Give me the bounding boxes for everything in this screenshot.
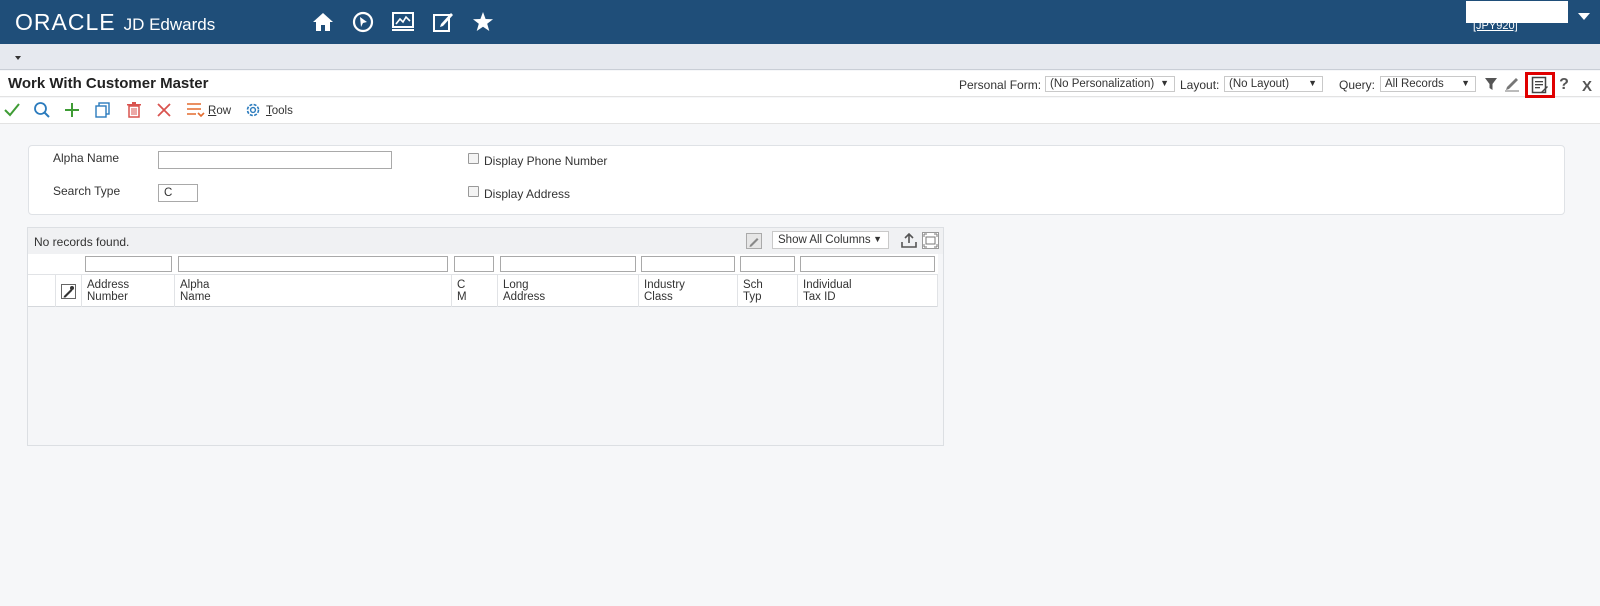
- maximize-grid-icon[interactable]: [921, 231, 939, 249]
- column-divider: [737, 275, 738, 308]
- filter-alpha-name[interactable]: [178, 256, 448, 272]
- query-label: Query:: [1339, 78, 1376, 92]
- logo-oracle-text: ORACLE: [15, 9, 116, 35]
- notes-button-highlight[interactable]: [1525, 72, 1555, 98]
- cancel-button[interactable]: [155, 102, 173, 120]
- column-header-industry-class[interactable]: Industry Class: [644, 279, 685, 303]
- alpha-name-label: Alpha Name: [53, 151, 120, 165]
- search-criteria-panel: Alpha Name Search Type Display Phone Num…: [28, 145, 1565, 215]
- query-value: All Records: [1385, 78, 1444, 90]
- delete-icon: [125, 101, 143, 122]
- add-button[interactable]: [63, 102, 81, 120]
- tools-menu-label: Tools: [266, 105, 293, 117]
- personal-form-select[interactable]: (No Personalization) ▼: [1045, 76, 1175, 92]
- favorites-icon[interactable]: [470, 10, 496, 34]
- column-divider: [797, 275, 798, 308]
- row-menu-label: Row: [208, 105, 232, 117]
- display-address-label: Display Address: [484, 187, 571, 201]
- environment-label: [JPY920]: [1473, 20, 1518, 32]
- carousel-bar: [0, 44, 1600, 70]
- edit-icon[interactable]: [430, 10, 456, 34]
- grid-header-row: Address Number Alpha Name CM Long Address I…: [28, 274, 938, 308]
- column-header-cm[interactable]: CM: [457, 279, 467, 303]
- results-grid: No records found. Show All Columns ▼ Addr…: [27, 227, 944, 446]
- grid-toolbar: No records found. Show All Columns ▼: [28, 228, 943, 254]
- copy-button[interactable]: [94, 101, 112, 122]
- layout-value: (No Layout): [1229, 78, 1290, 90]
- display-phone-label: Display Phone Number: [484, 154, 608, 168]
- display-address-checkbox[interactable]: [468, 186, 479, 197]
- select-button[interactable]: [3, 102, 21, 120]
- column-divider: [497, 275, 498, 308]
- row-menu-button[interactable]: Row: [186, 102, 231, 120]
- filter-industry-class[interactable]: [641, 256, 735, 272]
- form-header: Work With Customer Master Personal Form:…: [0, 71, 1600, 97]
- export-icon[interactable]: [900, 232, 918, 250]
- select-all-icon[interactable]: [61, 284, 76, 299]
- find-button[interactable]: [33, 101, 51, 122]
- home-icon[interactable]: [310, 10, 336, 34]
- form-toolbar: Row Tools: [0, 98, 1600, 124]
- filter-icon[interactable]: [1482, 75, 1500, 93]
- add-icon: [63, 101, 81, 122]
- select-icon: [3, 102, 21, 121]
- monitor-icon[interactable]: [390, 10, 416, 34]
- grid-status-text: No records found.: [34, 235, 130, 249]
- recent-icon[interactable]: [350, 10, 376, 34]
- help-icon[interactable]: ?: [1555, 76, 1573, 94]
- tools-menu-button[interactable]: Tools: [244, 102, 293, 120]
- column-divider: [81, 275, 82, 308]
- page-title: Work With Customer Master: [8, 75, 209, 92]
- search-type-input[interactable]: [158, 184, 198, 202]
- personal-form-label: Personal Form:: [959, 78, 1042, 92]
- top-banner: ORACLE JD Edwards [JPY920]: [0, 0, 1600, 44]
- show-columns-value: Show All Columns: [778, 234, 871, 246]
- column-divider: [55, 275, 56, 308]
- grid-filter-row: [28, 254, 938, 274]
- layout-select[interactable]: (No Layout) ▼: [1224, 76, 1323, 92]
- row-menu-icon: [186, 101, 206, 122]
- notes-icon[interactable]: [1531, 76, 1549, 97]
- column-header-alpha-name[interactable]: Alpha Name: [180, 279, 211, 303]
- copy-icon: [94, 101, 112, 122]
- alpha-name-input[interactable]: [158, 151, 392, 169]
- cancel-icon: [155, 101, 173, 122]
- carousel-toggle-chevron-icon[interactable]: [15, 56, 21, 60]
- query-select[interactable]: All Records ▼: [1380, 76, 1476, 92]
- grid-edit-icon[interactable]: [745, 232, 763, 250]
- close-icon[interactable]: X: [1578, 77, 1596, 95]
- filter-long-address[interactable]: [500, 256, 636, 272]
- column-header-individual-tax-id[interactable]: Individual Tax ID: [803, 279, 852, 303]
- personal-form-value: (No Personalization): [1050, 78, 1155, 90]
- search-type-label: Search Type: [53, 184, 121, 198]
- column-divider: [937, 275, 938, 308]
- logo-product-text: JD Edwards: [123, 15, 216, 34]
- column-header-long-address[interactable]: Long Address: [503, 279, 545, 303]
- filter-individual-tax-id[interactable]: [800, 256, 935, 272]
- column-divider: [451, 275, 452, 308]
- grid-body-empty: [28, 307, 943, 445]
- column-header-address-number[interactable]: Address Number: [87, 279, 129, 303]
- find-icon: [33, 101, 51, 122]
- nav-icon-bar: [310, 10, 496, 34]
- column-header-sch-typ[interactable]: Sch Typ: [743, 279, 763, 303]
- gear-icon: [244, 101, 262, 122]
- display-phone-checkbox[interactable]: [468, 153, 479, 164]
- layout-label: Layout:: [1180, 78, 1220, 92]
- column-divider: [638, 275, 639, 308]
- user-menu-chevron-icon[interactable]: [1578, 13, 1590, 20]
- filter-cm[interactable]: [454, 256, 494, 272]
- column-divider: [174, 275, 175, 308]
- filter-sch-typ[interactable]: [740, 256, 795, 272]
- pencil-icon[interactable]: [1503, 75, 1521, 93]
- delete-button[interactable]: [125, 101, 143, 122]
- filter-address-number[interactable]: [85, 256, 172, 272]
- oracle-jde-logo[interactable]: ORACLE JD Edwards: [15, 9, 215, 36]
- show-columns-select[interactable]: Show All Columns ▼: [772, 231, 889, 249]
